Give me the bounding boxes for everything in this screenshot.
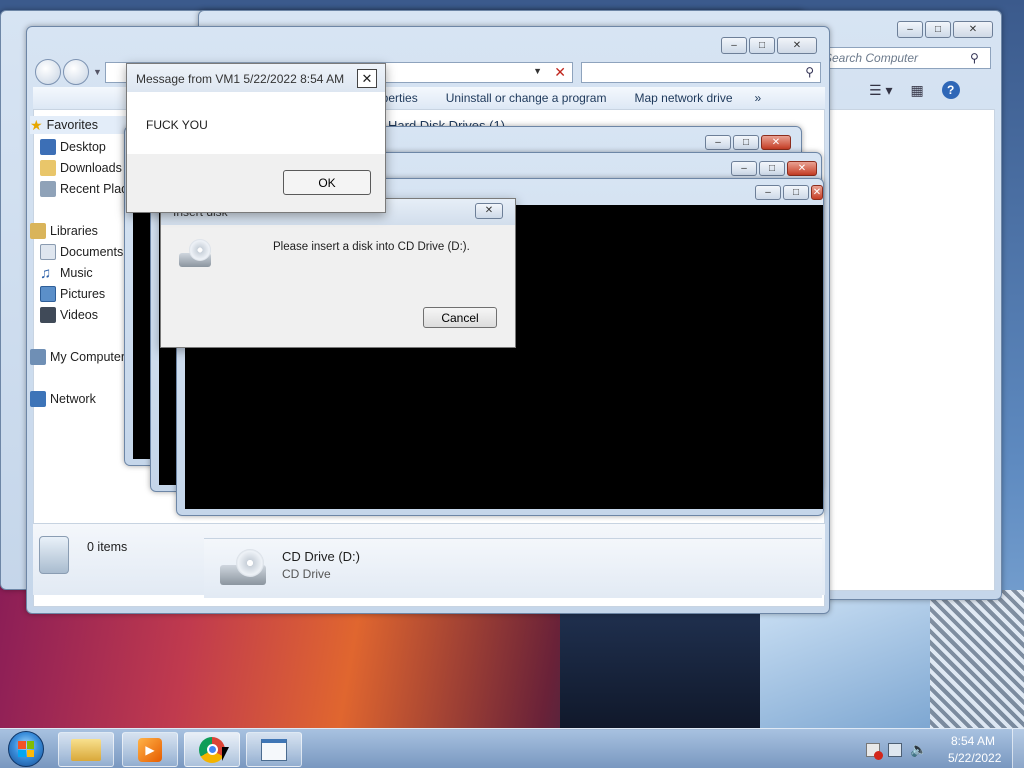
recent-places-icon bbox=[40, 181, 56, 197]
ok-button[interactable]: OK bbox=[283, 170, 371, 195]
sidebar-label: Pictures bbox=[60, 287, 106, 301]
forward-button[interactable] bbox=[63, 59, 89, 85]
message-body: FUCK YOU bbox=[146, 118, 208, 132]
pictures-icon bbox=[40, 286, 56, 302]
show-desktop-button[interactable] bbox=[1012, 729, 1024, 768]
sidebar-label: Documents bbox=[60, 245, 124, 259]
documents-icon bbox=[40, 244, 56, 260]
wallpaper-tower bbox=[930, 590, 1024, 730]
close-button[interactable]: ✕ bbox=[787, 161, 817, 176]
close-button[interactable]: ✕ bbox=[777, 37, 817, 54]
notepad-icon bbox=[261, 738, 287, 761]
sidebar-label: Music bbox=[60, 266, 93, 280]
sidebar-item-downloads[interactable]: Downloads bbox=[40, 159, 122, 177]
preview-pane-icon[interactable]: ▦ bbox=[910, 82, 923, 99]
cd-drive-details[interactable]: CD Drive (D:) CD Drive bbox=[204, 538, 822, 598]
message-dialog: Message from VM1 5/22/2022 8:54 AM ✕ FUC… bbox=[126, 63, 386, 213]
videos-icon bbox=[40, 307, 56, 323]
star-icon: ★ bbox=[30, 116, 43, 133]
sidebar-item-documents[interactable]: Documents bbox=[40, 243, 123, 261]
network-icon bbox=[30, 391, 46, 407]
music-icon: ♫ bbox=[40, 264, 52, 282]
close-button[interactable]: ✕ bbox=[953, 21, 993, 38]
stop-icon[interactable]: ✕ bbox=[554, 64, 566, 81]
cd-drive-icon bbox=[220, 547, 268, 587]
help-icon[interactable]: ? bbox=[941, 81, 960, 99]
sidebar-item-network[interactable]: Network bbox=[30, 390, 96, 408]
sidebar-label: Favorites bbox=[46, 118, 98, 132]
drive-type: CD Drive bbox=[282, 567, 331, 581]
close-button[interactable]: ✕ bbox=[761, 135, 791, 150]
taskbar-media-player-button[interactable]: ▶ bbox=[122, 732, 178, 767]
sidebar-item-libraries[interactable]: Libraries bbox=[30, 222, 98, 240]
insert-disk-dialog: Insert disk ✕ Please insert a disk into … bbox=[160, 198, 516, 348]
windows-start-orb[interactable] bbox=[8, 731, 44, 767]
drive-name: CD Drive (D:) bbox=[282, 549, 360, 564]
maximize-button[interactable]: □ bbox=[925, 21, 951, 38]
sidebar-label: Downloads bbox=[60, 161, 122, 175]
desktop-icon bbox=[40, 139, 56, 155]
taskbar: ▶ 🔈 8:54 AM 5/22/2022 bbox=[0, 728, 1024, 768]
view-options-icon[interactable]: ☰ ▾ bbox=[869, 82, 892, 99]
search-placeholder: Search Computer bbox=[824, 51, 919, 65]
taskbar-chrome-button[interactable] bbox=[184, 732, 240, 767]
media-player-icon: ▶ bbox=[138, 737, 162, 762]
clock-time[interactable]: 8:54 AM bbox=[951, 734, 995, 748]
downloads-icon bbox=[40, 160, 56, 176]
search-icon[interactable]: ⚲ bbox=[805, 65, 814, 79]
recycle-bin-icon bbox=[39, 536, 69, 574]
history-dropdown-icon[interactable]: ▼ bbox=[93, 67, 102, 77]
search-icon[interactable]: ⚲ bbox=[970, 51, 979, 65]
maximize-button[interactable]: □ bbox=[759, 161, 785, 176]
status-items: 0 items bbox=[87, 540, 128, 554]
volume-icon[interactable]: 🔈 bbox=[910, 741, 927, 758]
address-dropdown-icon[interactable]: ▼ bbox=[533, 66, 542, 76]
minimize-button[interactable]: – bbox=[705, 135, 731, 150]
sidebar-label: Libraries bbox=[50, 224, 98, 238]
mouse-cursor-icon bbox=[222, 747, 229, 761]
uninstall-button[interactable]: Uninstall or change a program bbox=[446, 91, 607, 105]
maximize-button[interactable]: □ bbox=[733, 135, 759, 150]
minimize-button[interactable]: – bbox=[721, 37, 747, 54]
computer-icon bbox=[30, 349, 46, 365]
sidebar-item-pictures[interactable]: Pictures bbox=[40, 285, 105, 303]
sidebar-item-music[interactable]: ♫ Music bbox=[40, 264, 93, 282]
sidebar-label: Network bbox=[50, 392, 96, 406]
more-commands-button[interactable]: » bbox=[755, 91, 762, 105]
search-box-back[interactable]: Search Computer ⚲ bbox=[819, 47, 991, 69]
close-button[interactable]: ✕ bbox=[475, 203, 503, 219]
map-drive-button[interactable]: Map network drive bbox=[634, 91, 732, 105]
maximize-button[interactable]: □ bbox=[749, 37, 775, 54]
sidebar-item-desktop[interactable]: Desktop bbox=[40, 138, 106, 156]
minimize-button[interactable]: – bbox=[755, 185, 781, 200]
cd-drive-icon bbox=[179, 239, 213, 271]
sidebar-item-computer[interactable]: My Computer bbox=[30, 348, 125, 366]
flag-icon[interactable] bbox=[866, 742, 883, 760]
sidebar-label: My Computer bbox=[50, 350, 126, 364]
folder-icon bbox=[71, 738, 101, 761]
network-icon[interactable] bbox=[888, 742, 902, 757]
sidebar-item-videos[interactable]: Videos bbox=[40, 306, 98, 324]
libraries-icon bbox=[30, 223, 46, 239]
search-box[interactable]: ⚲ bbox=[581, 62, 821, 83]
maximize-button[interactable]: □ bbox=[783, 185, 809, 200]
clock-date[interactable]: 5/22/2022 bbox=[948, 751, 1001, 765]
taskbar-notepad-button[interactable] bbox=[246, 732, 302, 767]
dialog-message: Please insert a disk into CD Drive (D:). bbox=[273, 241, 470, 253]
minimize-button[interactable]: – bbox=[897, 21, 923, 38]
sidebar-label: Videos bbox=[60, 308, 98, 322]
back-button[interactable] bbox=[35, 59, 61, 85]
sidebar-label: Desktop bbox=[60, 140, 106, 154]
close-button[interactable]: ✕ bbox=[357, 69, 377, 88]
cancel-button[interactable]: Cancel bbox=[423, 307, 497, 328]
taskbar-explorer-button[interactable] bbox=[58, 732, 114, 767]
minimize-button[interactable]: – bbox=[731, 161, 757, 176]
dialog-title: Message from VM1 5/22/2022 8:54 AM bbox=[136, 72, 345, 86]
close-button[interactable]: ✕ bbox=[811, 185, 823, 200]
